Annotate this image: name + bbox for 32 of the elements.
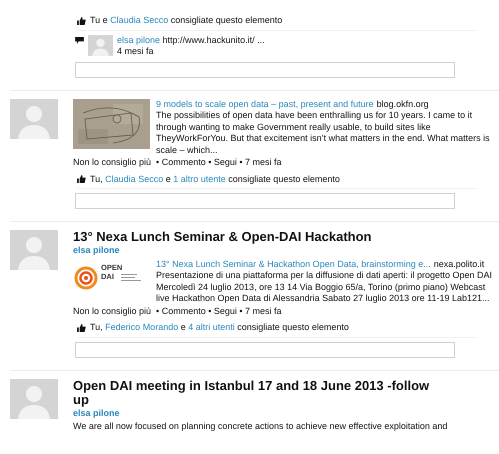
article-description: The possibilities of open data have been enthralling us for 10 years. I came to it through wanting to make Government really usable, to build sites like TheyWorkForYou. But that excitement isn’t what matters in the end. What matters is scale – which...: [156, 110, 491, 156]
article-link[interactable]: 9 models to scale open data – past, present and future: [156, 98, 374, 108]
user-link[interactable]: Claudia Secco: [105, 174, 164, 184]
user-link[interactable]: Claudia Secco: [110, 15, 168, 25]
article-description: Presentazione di una piattaforma per la diffusione di dati aperti: il progetto Open DAI Mercoledì 24 luglio 2013, ore 13 14 Via Boggio 65/a, Torino (primo piano) Webcast live Hackathon Open Data di Alessandria Sabato 27 luglio 2013 ore 11-19 Lab121...: [156, 270, 493, 304]
likes-text: Tu, Claudia Secco e 1 altro utente consigliate questo elemento: [90, 174, 340, 185]
user-link[interactable]: 1 altro utente: [173, 174, 226, 184]
thumbs-up-icon: [77, 175, 86, 184]
comment-text: http://www.hackunito.it/ ...: [162, 34, 265, 44]
likes-text: Tu e Claudia Secco consigliate questo elemento: [90, 15, 282, 26]
user-link[interactable]: 4 altri utenti: [188, 322, 235, 332]
user-link[interactable]: Federico Morando: [105, 322, 178, 332]
comment-field[interactable]: [75, 342, 455, 358]
source-domain: blog.okfn.org: [376, 98, 429, 108]
comment-field[interactable]: [75, 193, 455, 209]
action-links: Non lo consiglio più • Commento • Segui • 7 mesi fa: [73, 306, 283, 317]
author-link[interactable]: elsa pilone: [117, 34, 160, 44]
action-links: Non lo consiglio più • Commento • Segui • 7 mesi fa: [73, 157, 283, 168]
thumbs-up-icon: [77, 324, 86, 332]
source-domain: nexa.polito.it: [434, 258, 484, 268]
thumbs-up-icon: [77, 16, 86, 25]
author-link[interactable]: elsa pilone: [73, 245, 493, 256]
post-title: 13° Nexa Lunch Seminar & Open-DAI Hackathon: [73, 230, 372, 244]
comment-icon: [75, 36, 84, 44]
article-link[interactable]: 13° Nexa Lunch Seminar & Hackathon Open Data, brainstorming e...: [156, 258, 431, 268]
avatar: [88, 34, 113, 56]
comment-time: 4 mesi fa: [117, 46, 155, 58]
comment-field[interactable]: [75, 62, 455, 78]
author-link[interactable]: elsa pilone: [73, 408, 493, 419]
likes-text: Tu, Federico Morando e 4 altri utenti consigliate questo elemento: [90, 322, 349, 334]
post-title: Open DAI meeting in Istanbul 17 and 18 June 2013 -follow up: [73, 378, 430, 406]
post-text: We are all now focused on planning concrete actions to achieve new effective exploitation and: [73, 421, 448, 432]
